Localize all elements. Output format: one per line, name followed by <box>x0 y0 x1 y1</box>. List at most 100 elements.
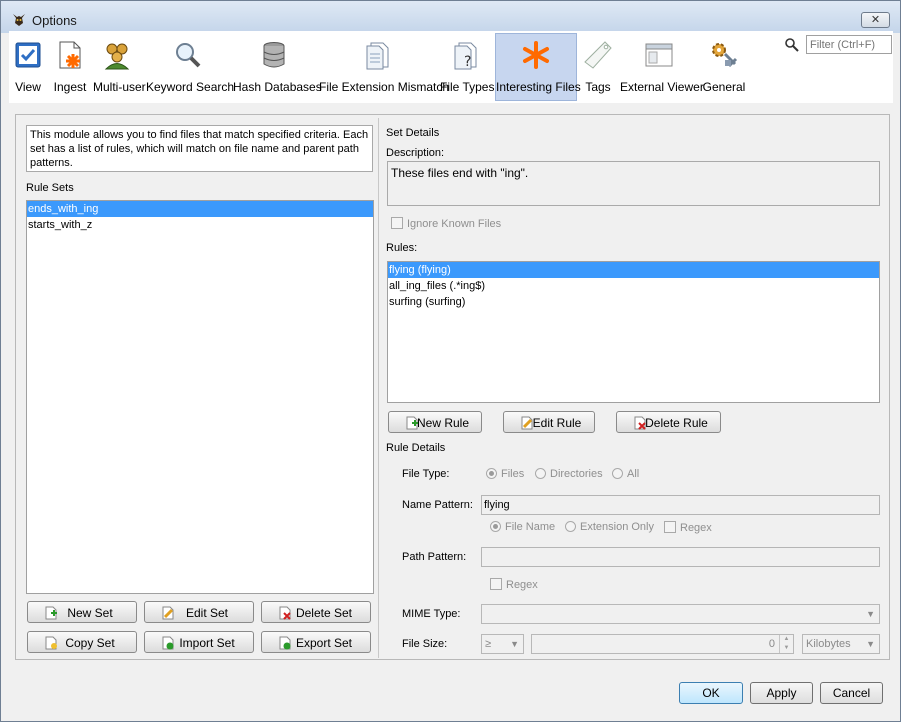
extension-only-option-label: Extension Only <box>580 521 654 533</box>
rule-sets-label: Rule Sets <box>26 182 74 194</box>
file-size-label: File Size: <box>402 638 448 650</box>
list-item[interactable]: starts_with_z <box>27 217 373 233</box>
file-size-operator-value: ≥ <box>485 638 492 650</box>
window-icon <box>645 43 673 67</box>
edit-rule-button[interactable]: Edit Rule <box>503 411 595 433</box>
path-regex-label: Regex <box>506 579 538 591</box>
asterisk-icon <box>523 41 549 69</box>
radio-dot <box>612 468 623 479</box>
copy-set-label: Copy Set <box>65 636 115 650</box>
name-pattern-field[interactable]: flying <box>481 495 880 515</box>
import-set-button[interactable]: Import Set <box>144 631 254 653</box>
chevron-down-icon: ▼ <box>510 639 519 649</box>
tab-view-label: View <box>15 80 41 94</box>
cancel-button[interactable]: Cancel <box>820 682 883 704</box>
file-size-unit-dropdown[interactable]: Kilobytes ▼ <box>802 634 880 654</box>
radio-dot <box>535 468 546 479</box>
file-type-all-radio[interactable]: All <box>612 468 639 480</box>
ignore-known-files-label: Ignore Known Files <box>407 218 502 230</box>
window-title: Options <box>32 13 77 28</box>
panel-divider <box>378 118 379 658</box>
view-icon <box>15 42 41 68</box>
tab-tags-label: Tags <box>585 80 611 94</box>
file-size-spinner[interactable]: 0 ▲ ▼ <box>531 634 794 654</box>
name-regex-checkbox[interactable]: Regex <box>664 521 712 534</box>
mime-type-label: MIME Type: <box>402 608 461 620</box>
new-set-label: New Set <box>67 606 113 620</box>
new-set-button[interactable]: New Set <box>27 601 137 623</box>
tab-external-viewer-label: External Viewer <box>620 80 704 94</box>
title-bar: Options ✕ <box>1 1 900 33</box>
list-item[interactable]: all_ing_files (.*ing$) <box>388 278 879 294</box>
database-icon <box>263 42 285 68</box>
name-option-extension-only-radio[interactable]: Extension Only <box>565 521 654 533</box>
tab-file-types-label: File Types <box>440 80 495 94</box>
import-set-label: Import Set <box>179 636 235 650</box>
tab-keyword-search[interactable]: Keyword Search <box>145 33 234 101</box>
checkbox-box <box>490 578 502 590</box>
rule-sets-list: ends_with_ing starts_with_z <box>26 200 374 594</box>
new-rule-button[interactable]: New Rule <box>388 411 482 433</box>
copy-set-button[interactable]: Copy Set <box>27 631 137 653</box>
path-pattern-field[interactable] <box>481 547 880 567</box>
list-item[interactable]: ends_with_ing <box>27 201 373 217</box>
close-button[interactable]: ✕ <box>861 12 890 28</box>
file-type-files-radio[interactable]: Files <box>486 468 524 480</box>
spinner-arrows-icon[interactable]: ▲ ▼ <box>779 635 793 653</box>
interesting-files-panel: This module allows you to find files tha… <box>15 114 890 660</box>
tab-ingest[interactable]: Ingest <box>49 33 91 101</box>
new-rule-label: New Rule <box>416 416 470 430</box>
file-type-directories-label: Directories <box>550 468 603 480</box>
delete-set-button[interactable]: Delete Set <box>261 601 371 623</box>
tab-file-extension-mismatch-label: File Extension Mismatch <box>319 80 450 94</box>
list-item[interactable]: flying (flying) <box>388 262 879 278</box>
file-type-directories-radio[interactable]: Directories <box>535 468 603 480</box>
chevron-down-icon: ▼ <box>866 639 875 649</box>
name-option-file-name-radio[interactable]: File Name <box>490 521 555 533</box>
delete-rule-button[interactable]: Delete Rule <box>616 411 721 433</box>
rules-label: Rules: <box>386 242 418 254</box>
rule-sets-panel: This module allows you to find files tha… <box>23 122 380 657</box>
ignore-known-files-checkbox[interactable]: Ignore Known Files <box>391 217 501 230</box>
gears-icon <box>712 43 738 68</box>
file-type-files-label: Files <box>501 468 525 480</box>
tab-multi-user[interactable]: Multi-user <box>92 33 146 101</box>
tab-interesting-files-label: Interesting Files <box>496 80 581 94</box>
delete-set-label: Delete Set <box>295 606 353 620</box>
tab-file-types[interactable]: ? File Types <box>439 33 495 101</box>
mime-type-dropdown[interactable]: ▼ <box>481 604 880 624</box>
document-icon <box>366 42 389 70</box>
ok-button[interactable]: OK <box>679 682 743 704</box>
ingest-icon <box>59 41 81 69</box>
set-details-label: Set Details <box>386 127 440 139</box>
list-item[interactable]: surfing (surfing) <box>388 294 879 310</box>
file-type-label: File Type: <box>402 468 450 480</box>
tab-general[interactable]: General <box>701 33 747 101</box>
tab-interesting-files[interactable]: Interesting Files <box>495 33 581 101</box>
radio-dot <box>486 468 497 479</box>
autopsy-logo-icon <box>13 14 25 26</box>
multi-user-icon <box>104 43 130 70</box>
chevron-down-icon: ▼ <box>866 609 875 619</box>
tab-file-extension-mismatch[interactable]: File Extension Mismatch <box>318 33 450 101</box>
tab-external-viewer[interactable]: External Viewer <box>619 33 704 101</box>
export-set-button[interactable]: Export Set <box>261 631 371 653</box>
tab-hash-databases[interactable]: Hash Databases <box>232 33 322 101</box>
rules-list: flying (flying) all_ing_files (.*ing$) s… <box>387 261 880 403</box>
tab-tags[interactable]: Tags <box>579 33 617 101</box>
radio-dot <box>565 521 576 532</box>
magnifier-icon <box>176 43 201 68</box>
export-set-label: Export Set <box>295 636 353 650</box>
file-type-all-label: All <box>627 468 640 480</box>
apply-button[interactable]: Apply <box>750 682 813 704</box>
edit-set-button[interactable]: Edit Set <box>144 601 254 623</box>
path-regex-checkbox[interactable]: Regex <box>490 578 538 591</box>
filter-input[interactable] <box>806 35 892 54</box>
set-description-field[interactable]: These files end with "ing". <box>387 161 880 206</box>
checkbox-box <box>391 217 403 229</box>
set-details-panel: Set Details Description: These files end… <box>386 122 884 657</box>
tab-view[interactable]: View <box>9 33 47 101</box>
file-size-operator-dropdown[interactable]: ≥ ▼ <box>481 634 524 654</box>
svg-text:?: ? <box>464 54 471 70</box>
radio-dot <box>490 521 501 532</box>
